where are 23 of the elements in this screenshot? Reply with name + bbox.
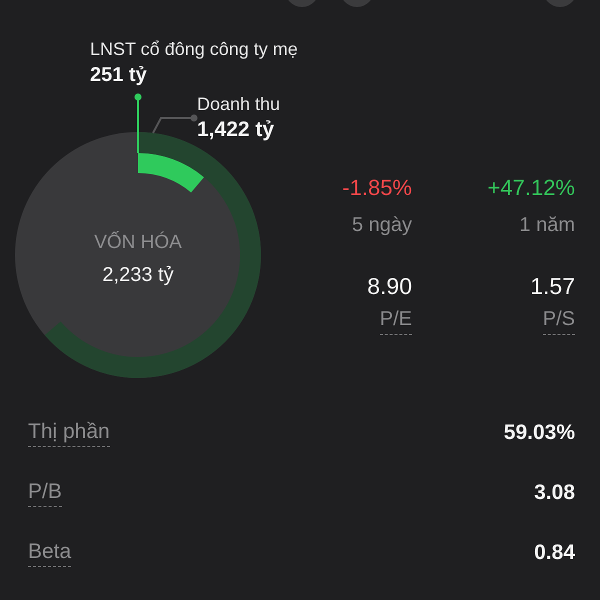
change-percent: -1.85% [342,175,412,201]
metric-value: 3.08 [534,481,575,505]
metric-label[interactable]: Thị phần [28,420,110,446]
leader-line [134,94,142,153]
profit-arc [137,153,204,193]
profit-value: 251 tỷ [90,63,148,87]
leader-line [152,114,198,134]
metric-value: 59.03% [504,421,575,445]
metric-value: 0.84 [534,541,575,565]
ratio-label[interactable]: P/E [380,307,412,335]
profit-label: LNST cổ đông công ty mẹ [90,38,298,60]
market-cap-label: VỐN HÓA [94,231,182,255]
metric-label[interactable]: P/B [28,480,62,506]
market-cap-value: 2,233 tỷ [102,263,174,287]
ratio-value: 8.90 [367,273,412,299]
ratio-value: 1.57 [530,273,575,299]
metric-label[interactable]: Beta [28,540,72,566]
ratio-label[interactable]: P/S [542,307,575,335]
revenue-label: Doanh thu [197,93,280,115]
revenue-value: 1,422 tỷ [197,118,276,142]
period-label: 5 ngày [352,213,412,237]
period-label: 1 năm [519,213,575,237]
change-percent: +47.12% [488,175,575,201]
